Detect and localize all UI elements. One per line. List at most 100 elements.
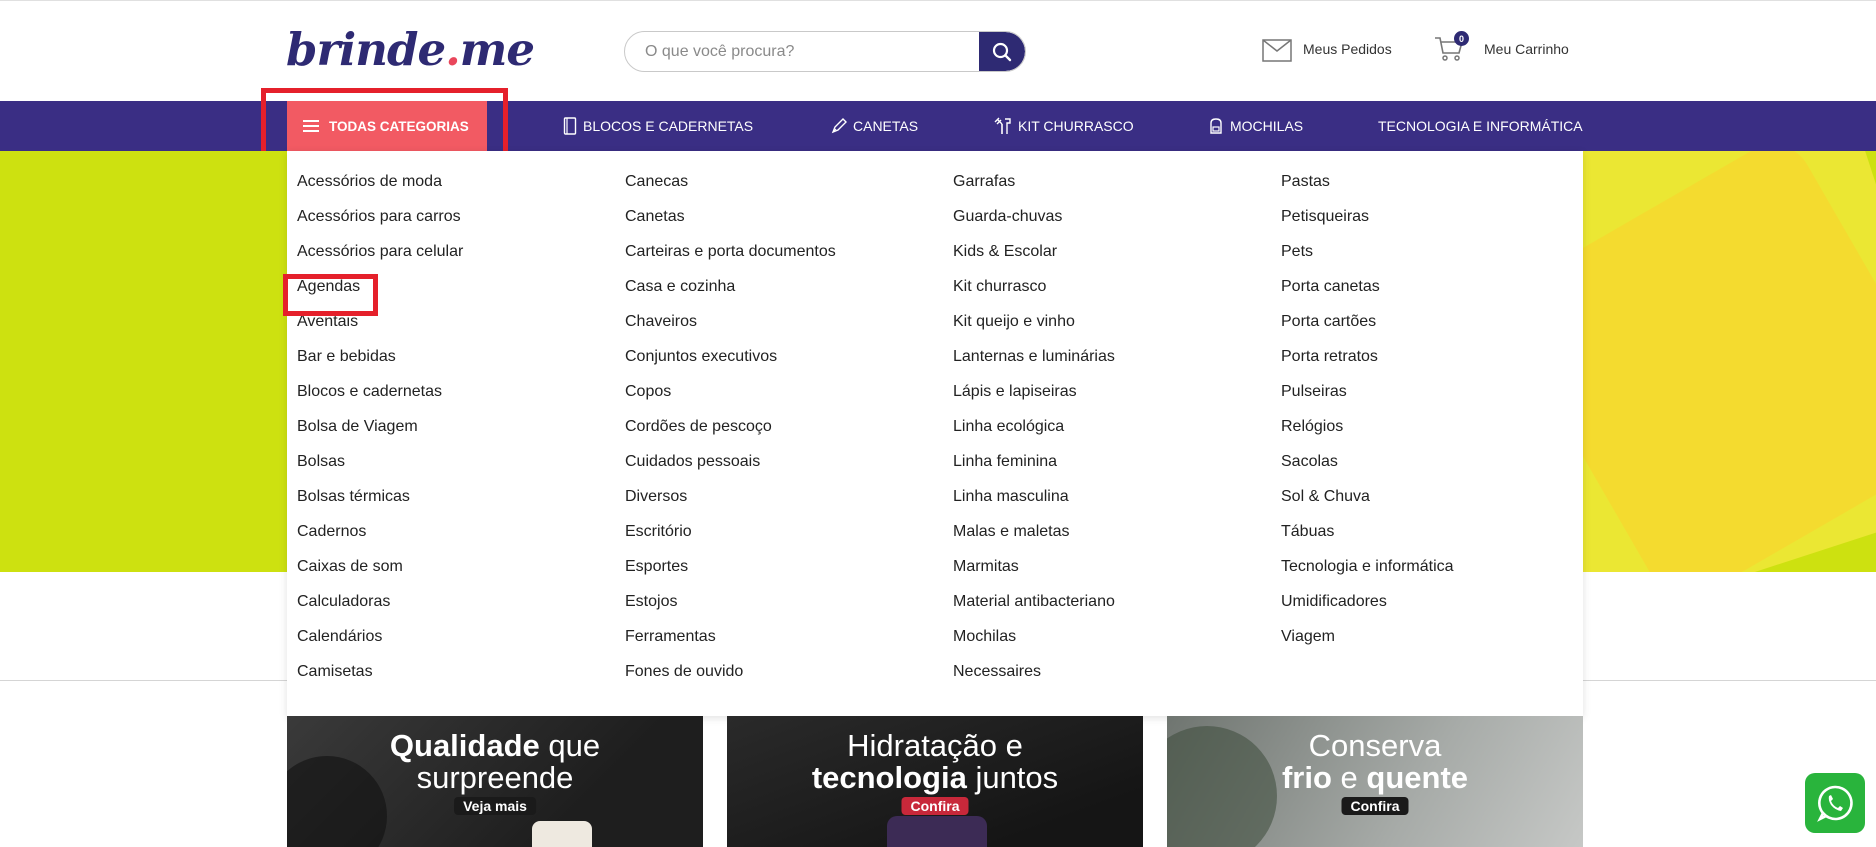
category-link[interactable]: Cadernos <box>297 514 617 549</box>
promo-cta-button[interactable]: Confira <box>1341 797 1409 815</box>
category-link[interactable]: Cuidados pessoais <box>625 444 945 479</box>
backpack-icon <box>1210 118 1222 134</box>
category-link[interactable]: Marmitas <box>953 549 1273 584</box>
category-link[interactable]: Malas e maletas <box>953 514 1273 549</box>
all-categories-label: TODAS CATEGORIAS <box>329 118 469 134</box>
category-link[interactable]: Chaveiros <box>625 304 945 339</box>
category-link[interactable]: Garrafas <box>953 164 1273 199</box>
category-link[interactable]: Tábuas <box>1281 514 1601 549</box>
category-link[interactable]: Sol & Chuva <box>1281 479 1601 514</box>
search-button[interactable] <box>979 32 1025 71</box>
nav-item-mochilas[interactable]: MOCHILAS <box>1208 101 1303 151</box>
category-link[interactable]: Kids & Escolar <box>953 234 1273 269</box>
category-link[interactable]: Ferramentas <box>625 619 945 654</box>
promo-banner-qualidade[interactable]: Qualidade que surpreende Veja mais <box>287 716 703 847</box>
promo-banner-hidratacao[interactable]: Hidratação e tecnologia juntos Confira <box>727 716 1143 847</box>
category-link[interactable]: Tecnologia e informática <box>1281 549 1601 584</box>
category-link[interactable]: Copos <box>625 374 945 409</box>
nav-item-tecnologia[interactable]: TECNOLOGIA E INFORMÁTICA <box>1378 101 1583 151</box>
category-link[interactable]: Pulseiras <box>1281 374 1601 409</box>
category-link[interactable]: Umidificadores <box>1281 584 1601 619</box>
orders-bag-icon <box>1262 39 1292 62</box>
search-input[interactable] <box>645 32 985 71</box>
category-link[interactable]: Blocos e cadernetas <box>297 374 617 409</box>
category-link[interactable]: Linha ecológica <box>953 409 1273 444</box>
category-link[interactable]: Kit queijo e vinho <box>953 304 1273 339</box>
category-link[interactable]: Porta retratos <box>1281 339 1601 374</box>
promo-cta-button[interactable]: Veja mais <box>454 797 536 815</box>
category-link[interactable]: Aventais <box>297 304 617 339</box>
category-link[interactable]: Calculadoras <box>297 584 617 619</box>
category-link[interactable]: Cordões de pescoço <box>625 409 945 444</box>
category-link[interactable]: Lápis e lapiseiras <box>953 374 1273 409</box>
category-link[interactable]: Sacolas <box>1281 444 1601 479</box>
promo-title-mid: e <box>1331 760 1367 795</box>
nav-item-label: BLOCOS E CADERNETAS <box>583 118 754 134</box>
category-link[interactable]: Escritório <box>625 514 945 549</box>
category-link[interactable]: Carteiras e porta documentos <box>625 234 945 269</box>
category-link[interactable]: Petisqueiras <box>1281 199 1601 234</box>
category-link[interactable]: Porta canetas <box>1281 269 1601 304</box>
category-link[interactable]: Necessaires <box>953 654 1273 689</box>
category-link[interactable]: Bar e bebidas <box>297 339 617 374</box>
category-column-1: Acessórios de moda Acessórios para carros… <box>297 164 617 689</box>
nav-item-canetas[interactable]: CANETAS <box>831 101 918 151</box>
category-link[interactable]: Fones de ouvido <box>625 654 945 689</box>
category-link[interactable]: Material antibacteriano <box>953 584 1273 619</box>
orders-label: Meus Pedidos <box>1303 41 1392 57</box>
category-link[interactable]: Porta cartões <box>1281 304 1601 339</box>
category-link[interactable]: Bolsas térmicas <box>297 479 617 514</box>
category-link[interactable]: Relógios <box>1281 409 1601 444</box>
promo-title-line1: Hidratação e <box>847 728 1023 763</box>
promo-title-line2: surpreende <box>416 760 574 795</box>
category-link[interactable]: Acessórios para celular <box>297 234 617 269</box>
orders-link[interactable]: Meus Pedidos <box>1261 35 1392 63</box>
all-categories-button[interactable]: TODAS CATEGORIAS <box>287 101 487 151</box>
category-link[interactable]: Linha feminina <box>953 444 1273 479</box>
category-link[interactable]: Pets <box>1281 234 1601 269</box>
category-link[interactable]: Conjuntos executivos <box>625 339 945 374</box>
category-link[interactable]: Linha masculina <box>953 479 1273 514</box>
category-link[interactable]: Lanternas e luminárias <box>953 339 1273 374</box>
nav-item-kit-churrasco[interactable]: KIT CHURRASCO <box>994 101 1134 151</box>
category-link[interactable]: Kit churrasco <box>953 269 1273 304</box>
category-link[interactable]: Mochilas <box>953 619 1273 654</box>
category-link[interactable]: Acessórios para carros <box>297 199 617 234</box>
nav-item-label: TECNOLOGIA E INFORMÁTICA <box>1378 118 1583 134</box>
category-link[interactable]: Casa e cozinha <box>625 269 945 304</box>
category-link[interactable]: Bolsas <box>297 444 617 479</box>
category-link[interactable]: Guarda-chuvas <box>953 199 1273 234</box>
page: brinde.me Meus Pedidos Meu Carrinho 0 TO… <box>0 0 1876 847</box>
pen-icon <box>831 118 847 134</box>
category-link[interactable]: Viagem <box>1281 619 1601 654</box>
notebook-icon <box>563 117 577 135</box>
whatsapp-button[interactable] <box>1805 773 1865 833</box>
category-link[interactable]: Acessórios de moda <box>297 164 617 199</box>
category-link[interactable]: Diversos <box>625 479 945 514</box>
search-icon <box>992 42 1012 61</box>
cart-count-badge: 0 <box>1454 31 1469 46</box>
site-header: brinde.me Meus Pedidos Meu Carrinho 0 <box>0 1 1876 101</box>
brand-logo[interactable]: brinde.me <box>286 23 535 76</box>
promo-title-line1: Qualidade que <box>287 730 703 762</box>
category-link[interactable]: Calendários <box>297 619 617 654</box>
category-link[interactable]: Pastas <box>1281 164 1601 199</box>
category-link[interactable]: Agendas <box>297 269 617 304</box>
promo-banner-conserva[interactable]: Conserva frio e quente Confira <box>1167 716 1583 847</box>
category-link[interactable]: Bolsa de Viagem <box>297 409 617 444</box>
category-column-2: Canecas Canetas Carteiras e porta document… <box>625 164 945 689</box>
promo-cta-button[interactable]: Confira <box>901 797 969 815</box>
promo-title-line2: frio e quente <box>1167 762 1583 794</box>
logo-tld: me <box>459 23 535 76</box>
category-link[interactable]: Estojos <box>625 584 945 619</box>
category-link[interactable]: Canecas <box>625 164 945 199</box>
categories-dropdown: Acessórios de moda Acessórios para carros… <box>287 151 1583 716</box>
category-link[interactable]: Canetas <box>625 199 945 234</box>
product-image <box>532 821 592 847</box>
category-link[interactable]: Camisetas <box>297 654 617 689</box>
category-link[interactable]: Caixas de som <box>297 549 617 584</box>
product-image <box>887 816 987 847</box>
promo-title-bold: Qualidade <box>389 728 540 763</box>
nav-item-blocos[interactable]: BLOCOS E CADERNETAS <box>563 101 753 151</box>
category-link[interactable]: Esportes <box>625 549 945 584</box>
